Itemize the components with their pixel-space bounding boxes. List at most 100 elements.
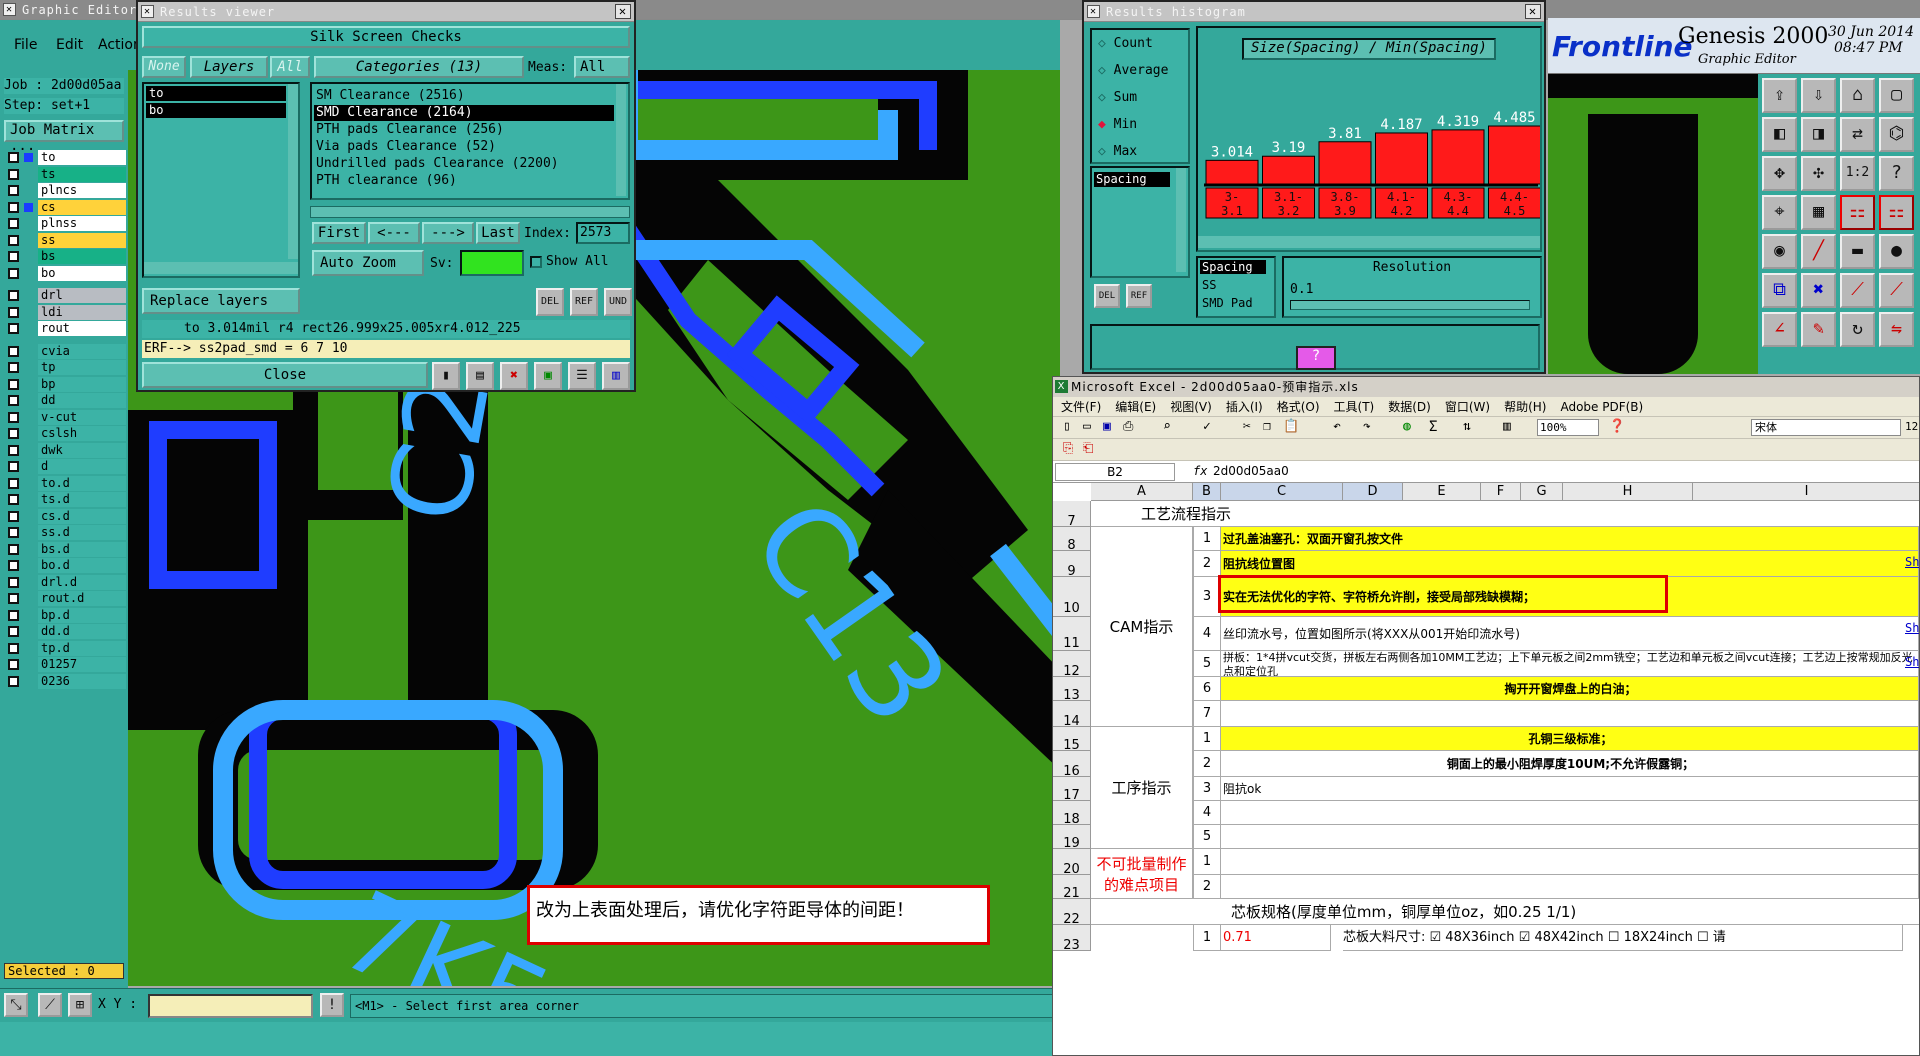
cell-c-row-23[interactable]: 0.71 — [1221, 925, 1331, 951]
exclude-icon[interactable]: ✖ — [500, 362, 528, 390]
cell-c-row-8[interactable]: 过孔盖油塞孔：双面开窗孔按文件 — [1221, 527, 1919, 551]
layer-row-bs.d[interactable]: bs.d — [4, 541, 126, 557]
layer-checkbox[interactable] — [8, 362, 19, 373]
layer-name[interactable]: drl.d — [38, 574, 126, 590]
save-doc-icon[interactable]: ▣ — [1103, 419, 1111, 434]
fit-icon[interactable]: ✥ — [1762, 156, 1797, 191]
opt-average[interactable]: ◇ Average — [1098, 63, 1168, 78]
undo-icon[interactable]: UND — [604, 288, 632, 316]
layer-checkbox[interactable] — [8, 576, 19, 588]
excel-menu-item[interactable]: Adobe PDF(B) — [1560, 397, 1643, 416]
font-select[interactable]: 宋体 — [1751, 419, 1901, 436]
layer-item[interactable]: bo — [146, 103, 286, 118]
row-header[interactable]: 9 — [1053, 551, 1091, 579]
layer-row-bo[interactable]: bo — [4, 265, 126, 281]
cell-c-row-18[interactable] — [1221, 801, 1919, 825]
cell-b[interactable]: 6 — [1193, 677, 1221, 701]
rh-measure-list[interactable]: Spacing — [1090, 166, 1190, 278]
grid-toggle-icon[interactable]: ▦ — [1801, 195, 1836, 230]
pdf-icon[interactable]: ⎘ — [1063, 441, 1073, 456]
layer-checkbox[interactable] — [8, 510, 19, 522]
help-doc-icon[interactable]: ❓ — [1609, 419, 1625, 434]
load-icon[interactable]: ⇩ — [1801, 78, 1836, 113]
rv-layer-hscroll[interactable] — [144, 262, 298, 274]
layer-checkbox[interactable] — [8, 593, 19, 604]
forward-icon[interactable]: ◨ — [1801, 117, 1836, 152]
meas-select[interactable]: All — [574, 56, 630, 78]
layers-header[interactable]: Layers — [190, 56, 268, 78]
nav-next-button[interactable]: ---> — [422, 222, 474, 244]
cell-c-row-17[interactable]: 阻抗ok — [1221, 777, 1919, 801]
layer-name[interactable]: plncs — [38, 183, 126, 198]
highlight-icon[interactable]: ▮ — [432, 362, 460, 390]
layer-checkbox[interactable] — [8, 461, 19, 472]
window-menu-icon[interactable]: ✕ — [3, 3, 16, 16]
flip-icon[interactable]: ⇋ — [1879, 312, 1914, 347]
cell-c-row-13[interactable]: 掏开开窗焊盘上的白油； — [1221, 677, 1919, 701]
layer-row-ss[interactable]: ss — [4, 232, 126, 248]
layer-row-to.d[interactable]: to.d — [4, 475, 126, 491]
layer-checkbox[interactable] — [8, 306, 19, 318]
mirror-icon[interactable]: ⇄ — [1840, 117, 1875, 152]
category-item[interactable]: PTH pads Clearance (256) — [314, 122, 614, 138]
save-icon[interactable]: ⇪ — [1762, 78, 1797, 113]
layer-name[interactable]: tp.d — [38, 640, 126, 656]
connect2-icon[interactable]: ⟋ — [1879, 273, 1914, 308]
layer-name[interactable]: tp — [38, 360, 126, 375]
cell-b[interactable]: 3 — [1193, 577, 1221, 617]
cell-c-row-22[interactable]: 芯板规格(厚度单位mm，铜厚单位oz，如0.25 1/1) — [1091, 899, 1919, 925]
line-icon[interactable]: ╱ — [1801, 234, 1836, 269]
worksheet-grid[interactable]: A B C D E F G H I 7 工艺流程指示 8 1 过孔盖油塞孔：双面开窗孔按文件 9 2 阻抗线位置… — [1053, 483, 1919, 1055]
cell-b[interactable]: 2 — [1193, 875, 1221, 899]
layer-name[interactable]: bo — [38, 265, 126, 281]
layer-row-rout.d[interactable]: rout.d — [4, 591, 126, 606]
row-header[interactable]: 10 — [1053, 577, 1091, 617]
excel-menu-item[interactable]: 帮助(H) — [1504, 397, 1546, 416]
layer-row-d[interactable]: d — [4, 459, 126, 474]
formula-input[interactable]: 2d00d05aa0 — [1213, 463, 1913, 481]
rh-refresh-icon[interactable]: REF — [1126, 284, 1152, 308]
layer-row-bo.d[interactable]: bo.d — [4, 558, 126, 573]
category-item[interactable]: SM Clearance (2516) — [314, 88, 614, 104]
snap-icon[interactable]: ⌬ — [1879, 117, 1914, 152]
cell-c-row-16[interactable]: 铜面上的最小阻焊厚度10UM;不允许假露铜； — [1221, 751, 1919, 777]
rh-delete-icon[interactable]: DEL — [1094, 284, 1120, 308]
cut-icon[interactable]: ✂ — [1243, 419, 1251, 434]
job-matrix-button[interactable]: Job Matrix ... — [4, 120, 124, 154]
row-header[interactable]: 12 — [1053, 651, 1091, 679]
excel-menu-item[interactable]: 窗口(W) — [1445, 397, 1490, 416]
layer-name[interactable]: bp — [38, 376, 126, 392]
layer-checkbox[interactable] — [8, 378, 19, 390]
layer-name[interactable]: drl — [38, 288, 126, 303]
layer-row-rout[interactable]: rout — [4, 321, 126, 336]
row-header[interactable]: 16 — [1053, 751, 1091, 779]
chart-wizard-icon[interactable]: ▥ — [1503, 419, 1511, 434]
row-header[interactable]: 22 — [1053, 899, 1091, 927]
hyperlink-cell[interactable]: Sh — [1905, 555, 1919, 569]
preview-doc-icon[interactable]: ⌕ — [1163, 419, 1171, 434]
category-item[interactable]: Undrilled pads Clearance (2200) — [314, 156, 614, 172]
layer-name[interactable]: dwk — [38, 442, 126, 458]
rotate-icon[interactable]: ↻ — [1840, 312, 1875, 347]
layer-row-dd[interactable]: dd — [4, 393, 126, 408]
histogram-bar[interactable] — [1488, 125, 1541, 185]
menu-file[interactable]: File — [14, 37, 37, 53]
nav-first-button[interactable]: First — [312, 222, 366, 244]
resolution-slider[interactable] — [1290, 300, 1530, 310]
sort-icon[interactable]: ⇅ — [1463, 419, 1471, 434]
column-header-C[interactable]: C — [1221, 483, 1343, 501]
layer-row-ldi[interactable]: ldi — [4, 304, 126, 320]
cell-b[interactable]: 2 — [1193, 751, 1221, 777]
cell-b[interactable]: 1 — [1193, 925, 1221, 951]
layer-name[interactable]: ss.d — [38, 525, 126, 540]
excel-menu-item[interactable]: 格式(O) — [1277, 397, 1320, 416]
cell-c-row-14[interactable] — [1221, 701, 1919, 727]
layer-name[interactable]: ts — [38, 166, 126, 182]
cell-c-row-9[interactable]: 阻抗线位置图 — [1221, 551, 1919, 577]
pan-icon[interactable]: ✣ — [1801, 156, 1836, 191]
row-header[interactable]: 21 — [1053, 875, 1091, 901]
grid-icon[interactable]: ⊞ — [68, 993, 92, 1017]
cell-b[interactable]: 4 — [1193, 617, 1221, 651]
name-box[interactable]: B2 — [1055, 463, 1175, 481]
layer-checkbox[interactable] — [8, 543, 19, 555]
